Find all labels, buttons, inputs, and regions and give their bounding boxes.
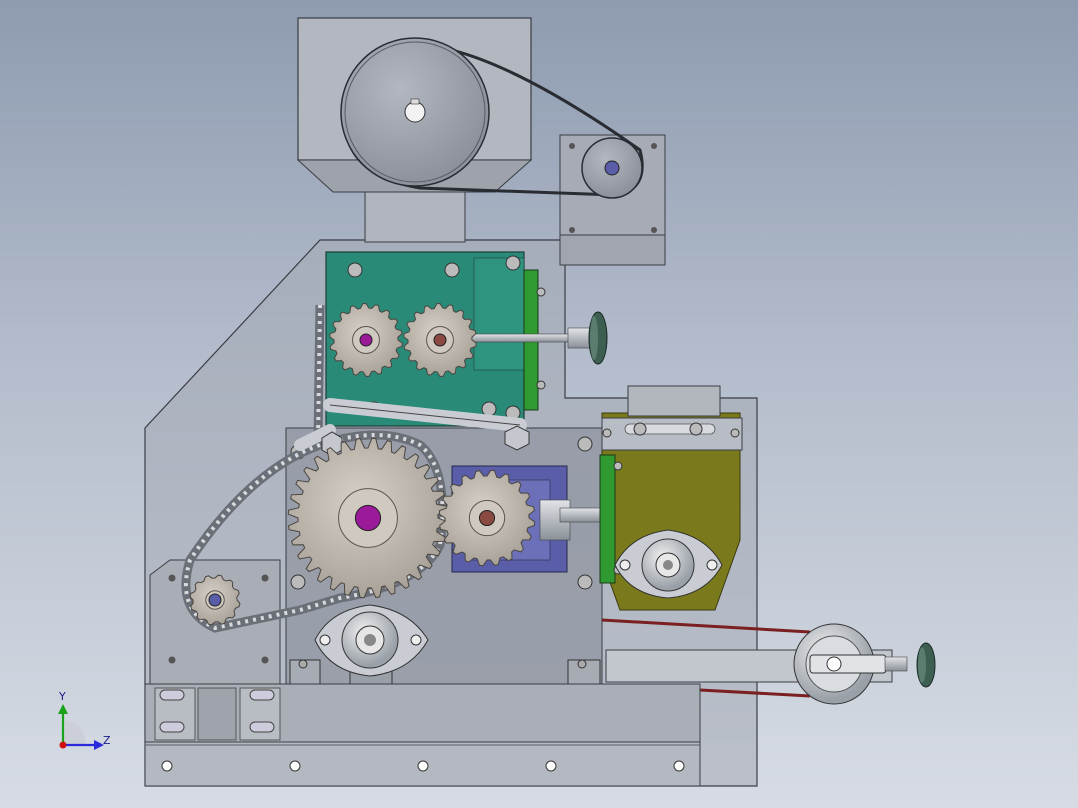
triad-z-label: Z [103, 734, 111, 747]
bolt-icon [651, 227, 657, 233]
triad-y-label: Y [58, 690, 66, 703]
large-drive-sprocket-hub [354, 504, 382, 532]
x-axis-origin-icon [59, 741, 67, 749]
bolt-hole-icon [161, 760, 173, 772]
bolt-icon [577, 436, 593, 452]
bolt-icon [505, 255, 521, 271]
coordinate-triad: Y Z [58, 690, 111, 750]
bolt-icon [651, 143, 657, 149]
right-adjust-knob[interactable] [916, 642, 936, 688]
middle-gear [438, 469, 536, 567]
bolt-icon [569, 227, 575, 233]
bolt-icon [689, 422, 703, 436]
small-motor-sprocket [189, 574, 241, 626]
base-frame [144, 683, 701, 787]
bolt-hole-icon [417, 760, 429, 772]
upper-right-gear-hub [433, 333, 447, 347]
bolt-icon [577, 574, 593, 590]
bolt-icon [290, 574, 306, 590]
bolt-hole-icon [673, 760, 685, 772]
bolt-icon [481, 401, 497, 417]
bolt-icon [347, 262, 363, 278]
bolt-icon [633, 422, 647, 436]
upper-adjust-knob[interactable] [588, 311, 608, 365]
cad-assembly-view: Y Z [58, 17, 936, 787]
bolt-icon [569, 143, 575, 149]
bolt-hole-icon [289, 760, 301, 772]
middle-green-bracket [599, 454, 616, 584]
middle-gear-hub [478, 509, 496, 527]
bolt-hole-icon [545, 760, 557, 772]
small-motor-sprocket-hub [208, 593, 222, 607]
pulley-hub [404, 101, 426, 123]
upper-left-gear-hub [359, 333, 373, 347]
roller-chain-upper [313, 304, 325, 441]
bolt-icon [444, 262, 460, 278]
